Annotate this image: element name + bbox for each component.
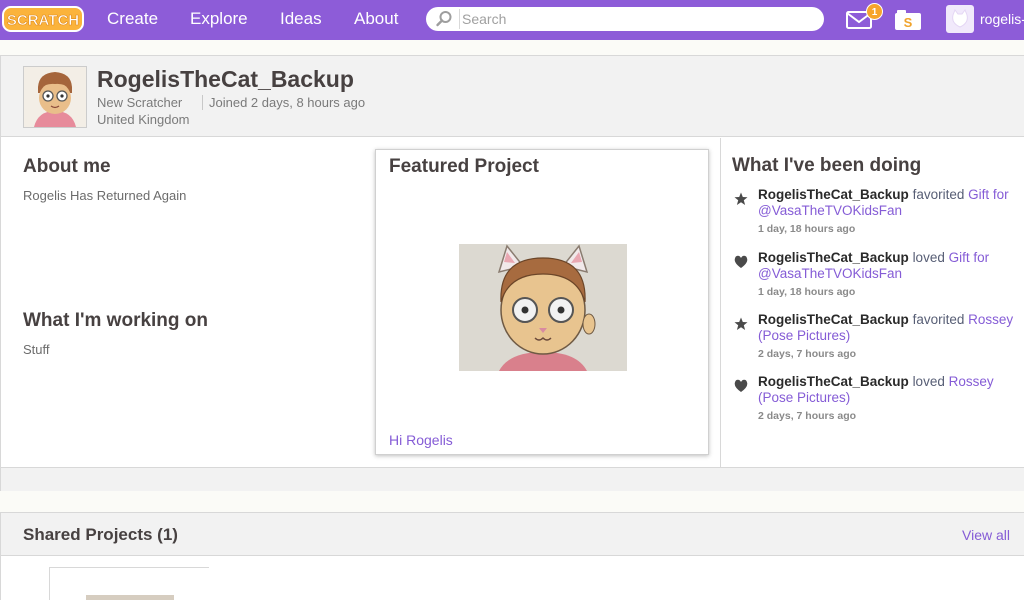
profile-status: New Scratcher xyxy=(97,95,183,110)
search-bar[interactable] xyxy=(426,7,824,31)
activity-time: 2 days, 7 hours ago xyxy=(758,410,857,422)
activity-action: favorited xyxy=(912,312,965,327)
nav-explore[interactable]: Explore xyxy=(190,9,248,29)
my-stuff-icon[interactable]: S xyxy=(894,9,922,31)
activity-item: RogelisTheCat_Backup loved Gift for @Vas… xyxy=(721,250,1024,310)
cat-character-icon xyxy=(459,244,627,371)
featured-project-card: Featured Project Hi Rogelis xyxy=(375,149,709,455)
search-divider xyxy=(459,9,460,29)
activity-text: RogelisTheCat_Backup favorited Rossey (P… xyxy=(758,312,1020,344)
featured-project-thumbnail[interactable] xyxy=(459,244,627,371)
activity-user[interactable]: RogelisTheCat_Backup xyxy=(758,250,909,265)
profile-joined: Joined 2 days, 8 hours ago xyxy=(202,95,365,110)
star-icon xyxy=(734,192,748,205)
profile-username: RogelisTheCat_Backup xyxy=(97,66,354,92)
project-thumbnail[interactable] xyxy=(86,595,174,600)
search-icon xyxy=(436,11,452,27)
profile-header: RogelisTheCat_Backup New Scratcher Joine… xyxy=(1,56,1024,137)
nav-about[interactable]: About xyxy=(354,9,398,29)
logo-text: SCRATCH xyxy=(7,12,79,29)
svg-text:S: S xyxy=(904,15,913,30)
shared-projects-box: Shared Projects (1) View all xyxy=(0,512,1024,600)
messages-badge: 1 xyxy=(866,3,883,20)
activity-title: What I've been doing xyxy=(732,155,922,176)
activity-text: RogelisTheCat_Backup favorited Gift for … xyxy=(758,187,1020,219)
profile-avatar xyxy=(23,66,87,128)
activity-time: 2 days, 7 hours ago xyxy=(758,348,857,360)
activity-time: 1 day, 18 hours ago xyxy=(758,223,856,235)
view-all-link[interactable]: View all xyxy=(962,527,1010,543)
about-me-title: About me xyxy=(23,156,111,177)
activity-item: RogelisTheCat_Backup loved Rossey (Pose … xyxy=(721,374,1024,434)
scratch-logo[interactable]: SCRATCH xyxy=(2,5,84,33)
about-column: About me Rogelis Has Returned Again What… xyxy=(1,138,375,468)
profile-box: RogelisTheCat_Backup New Scratcher Joine… xyxy=(0,55,1024,491)
nav-username[interactable]: rogelis- xyxy=(980,11,1024,27)
nav-avatar[interactable] xyxy=(946,5,974,33)
search-input[interactable] xyxy=(462,9,812,29)
shared-projects-header: Shared Projects (1) View all xyxy=(1,513,1024,556)
profile-location: United Kingdom xyxy=(97,112,190,127)
activity-text: RogelisTheCat_Backup loved Gift for @Vas… xyxy=(758,250,1020,282)
star-icon xyxy=(734,317,748,330)
nav-ideas[interactable]: Ideas xyxy=(280,9,322,29)
working-on-text: Stuff xyxy=(23,342,50,357)
activity-column: What I've been doing RogelisTheCat_Backu… xyxy=(720,138,1024,468)
heart-icon xyxy=(734,379,748,392)
activity-action: loved xyxy=(912,250,945,265)
activity-action: loved xyxy=(912,374,945,389)
activity-item: RogelisTheCat_Backup favorited Rossey (P… xyxy=(721,312,1024,372)
activity-text: RogelisTheCat_Backup loved Rossey (Pose … xyxy=(758,374,1020,406)
navbar: SCRATCH Create Explore Ideas About 1 S r… xyxy=(0,0,1024,40)
working-on-title: What I'm working on xyxy=(23,310,209,331)
shared-projects-title: Shared Projects (1) xyxy=(23,525,178,544)
about-me-text: Rogelis Has Returned Again xyxy=(23,188,187,203)
activity-user[interactable]: RogelisTheCat_Backup xyxy=(758,312,909,327)
nav-create[interactable]: Create xyxy=(107,9,158,29)
activity-item: RogelisTheCat_Backup favorited Gift for … xyxy=(721,187,1024,247)
cat-avatar-icon xyxy=(952,8,968,28)
featured-project-title: Featured Project xyxy=(389,156,539,177)
activity-user[interactable]: RogelisTheCat_Backup xyxy=(758,187,909,202)
featured-project-link[interactable]: Hi Rogelis xyxy=(389,432,453,448)
project-card[interactable] xyxy=(49,567,209,600)
heart-icon xyxy=(734,255,748,268)
activity-user[interactable]: RogelisTheCat_Backup xyxy=(758,374,909,389)
activity-action: favorited xyxy=(912,187,965,202)
activity-time: 1 day, 18 hours ago xyxy=(758,286,856,298)
profile-footer-bar xyxy=(1,467,1024,491)
avatar-drawing-icon xyxy=(24,67,86,127)
